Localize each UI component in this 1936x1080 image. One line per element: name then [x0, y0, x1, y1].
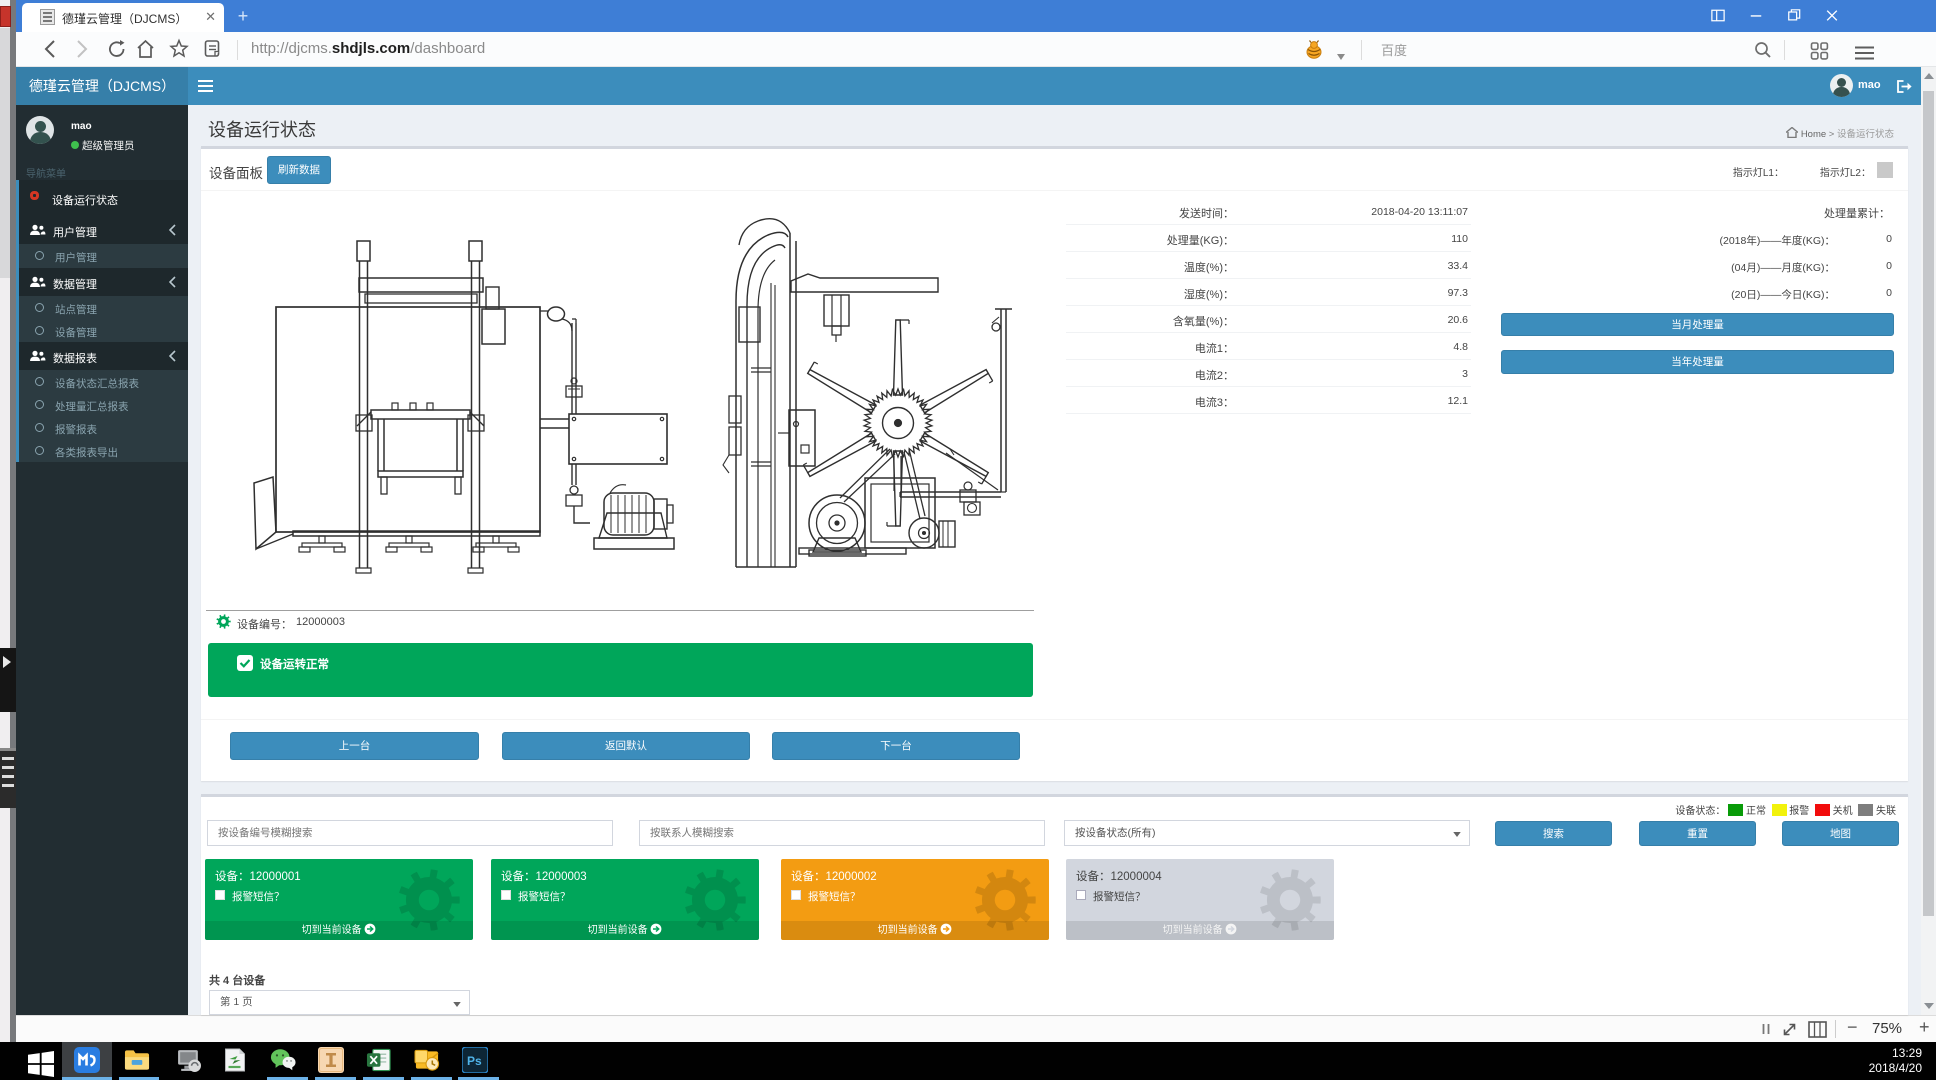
svg-text:Ps: Ps — [467, 1054, 482, 1068]
